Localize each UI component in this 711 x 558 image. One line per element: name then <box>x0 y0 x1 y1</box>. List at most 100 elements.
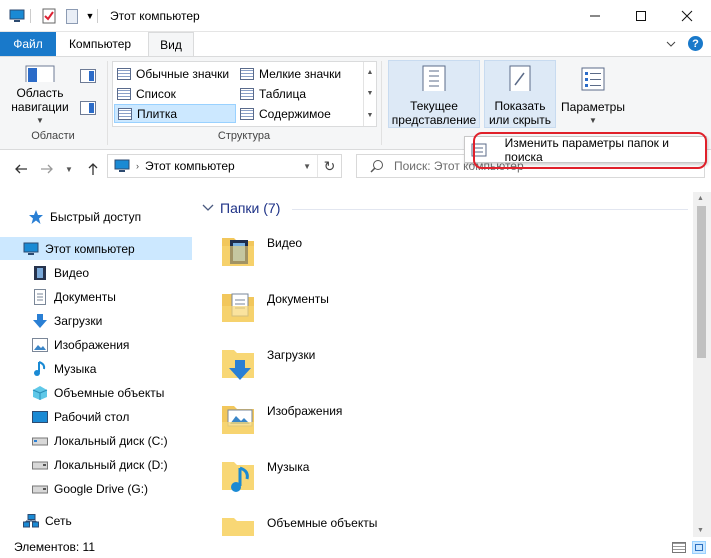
star-icon <box>28 209 44 225</box>
up-button[interactable] <box>82 158 104 180</box>
nav-item-drive-c[interactable]: Локальный диск (C:) <box>0 429 192 452</box>
computer-icon <box>114 159 130 172</box>
nav-item-video[interactable]: Видео <box>0 261 192 284</box>
group-separator <box>107 61 108 145</box>
properties-icon[interactable] <box>40 7 58 25</box>
folder-tile-music[interactable]: Музыка <box>216 456 516 508</box>
nav-label: Локальный диск (C:) <box>54 433 168 448</box>
details-view-icon[interactable] <box>672 542 686 553</box>
layout-label: Плитка <box>137 106 178 121</box>
status-bar: Элементов: 11 <box>0 537 711 558</box>
show-hide-label-line2: или скрыть <box>488 113 552 127</box>
layout-large-icons[interactable]: Обычные значки <box>114 64 236 83</box>
layout-details[interactable]: Таблица <box>237 84 362 103</box>
gallery-expand-icon[interactable]: ▼ <box>367 112 374 119</box>
drive-icon <box>32 433 48 449</box>
tab-computer[interactable]: Компьютер <box>60 32 140 56</box>
chevron-up-icon[interactable]: ▲ <box>697 195 704 202</box>
nav-item-3d-objects[interactable]: Объемные объекты <box>0 381 192 404</box>
gallery-scroll[interactable]: ▲ ▼ ▼ <box>363 62 376 126</box>
nav-item-music[interactable]: Музыка <box>0 357 192 380</box>
chevron-down-icon[interactable] <box>664 37 678 51</box>
folder-tile-downloads[interactable]: Загрузки <box>216 344 516 396</box>
layout-label: Список <box>136 86 176 101</box>
layout-icon <box>240 107 254 120</box>
nav-label: Этот компьютер <box>45 241 135 256</box>
current-view-button[interactable]: Текущее представление <box>388 60 480 128</box>
documents-icon <box>222 293 254 322</box>
layout-list[interactable]: Список <box>114 84 236 103</box>
folder-tile-video[interactable]: Видео <box>216 232 516 284</box>
layout-tiles[interactable]: Плитка <box>114 104 236 123</box>
arrow-up-icon <box>88 163 98 175</box>
help-icon[interactable]: ? <box>688 36 703 51</box>
folder-label: Объемные объекты <box>267 516 378 530</box>
refresh-icon[interactable]: ↻ <box>317 155 341 177</box>
chevron-down-icon[interactable]: ▼ <box>303 162 311 171</box>
nav-label: Локальный диск (D:) <box>54 457 168 472</box>
folder-tile-3d-objects[interactable]: Объемные объекты <box>216 512 516 536</box>
layout-gallery: Обычные значки Мелкие значки Список Табл… <box>112 61 377 127</box>
navigation-pane-button[interactable]: Область навигации ▼ <box>6 60 74 128</box>
chevron-down-icon[interactable]: ▼ <box>84 7 96 25</box>
navigation-pane-label-line2: навигации <box>11 100 69 114</box>
nav-item-downloads[interactable]: Загрузки <box>0 309 192 332</box>
show-hide-icon <box>509 65 531 91</box>
folder-label: Документы <box>267 292 329 306</box>
pictures-icon <box>222 406 254 434</box>
content-area: Папки (7) Видео Документы Загрузки Изобр… <box>196 192 693 536</box>
new-folder-icon[interactable] <box>64 7 80 25</box>
options-button[interactable]: Параметры ▼ <box>560 60 626 128</box>
chevron-down-icon: ▼ <box>36 116 44 125</box>
recent-locations-button[interactable]: ▼ <box>58 158 80 180</box>
forward-button[interactable] <box>36 158 58 180</box>
nav-item-drive-d[interactable]: Локальный диск (D:) <box>0 453 192 476</box>
search-icon <box>370 160 383 173</box>
group-header[interactable]: Папки (7) <box>202 200 280 216</box>
layout-small-icons[interactable]: Мелкие значки <box>237 64 362 83</box>
nav-label: Сеть <box>45 513 72 528</box>
folder-label: Изображения <box>267 404 343 418</box>
nav-item-desktop[interactable]: Рабочий стол <box>0 405 192 428</box>
chevron-up-icon[interactable]: ▲ <box>367 69 374 76</box>
show-hide-button[interactable]: Показать или скрыть <box>484 60 556 128</box>
nav-item-drive-g[interactable]: Google Drive (G:) <box>0 477 192 500</box>
nav-item-this-pc[interactable]: Этот компьютер <box>0 237 192 260</box>
computer-icon <box>23 241 39 257</box>
chevron-right-icon[interactable]: › <box>136 161 139 171</box>
vertical-scrollbar[interactable]: ▲ ▼ <box>693 192 711 537</box>
preview-pane-icon[interactable] <box>80 69 96 83</box>
tab-view[interactable]: Вид <box>148 32 194 57</box>
nav-item-pictures[interactable]: Изображения <box>0 333 192 356</box>
back-button[interactable] <box>10 158 32 180</box>
close-button[interactable] <box>664 0 710 31</box>
download-icon <box>32 313 48 329</box>
nav-label: Google Drive (G:) <box>54 481 149 496</box>
nav-label: Видео <box>54 265 90 280</box>
address-path: Этот компьютер <box>145 159 235 173</box>
minimize-button[interactable] <box>572 0 618 31</box>
chevron-down-icon: ▼ <box>589 116 597 125</box>
options-label: Параметры <box>561 100 625 114</box>
chevron-down-icon[interactable]: ▼ <box>697 527 704 534</box>
folder-label: Загрузки <box>267 348 316 362</box>
nav-item-quick-access[interactable]: Быстрый доступ <box>0 205 192 228</box>
folder-label: Музыка <box>267 460 310 474</box>
folder-tile-documents[interactable]: Документы <box>216 288 516 340</box>
nav-item-documents[interactable]: Документы <box>0 285 192 308</box>
nav-item-network[interactable]: Сеть <box>0 509 192 532</box>
layout-content[interactable]: Содержимое <box>237 104 362 123</box>
chevron-down-icon <box>202 204 214 211</box>
nav-label: Быстрый доступ <box>50 209 142 224</box>
nav-label: Объемные объекты <box>54 385 165 400</box>
address-field[interactable]: › Этот компьютер ▼ ↻ <box>107 154 342 178</box>
folder-tile-pictures[interactable]: Изображения <box>216 400 516 452</box>
maximize-button[interactable] <box>618 0 664 31</box>
chevron-down-icon[interactable]: ▼ <box>367 90 374 97</box>
details-pane-icon[interactable] <box>80 101 96 115</box>
tab-file[interactable]: Файл <box>0 32 56 56</box>
tiles-view-icon[interactable] <box>692 541 706 554</box>
music-icon <box>32 360 48 377</box>
scrollbar-thumb[interactable] <box>697 206 706 358</box>
computer-icon[interactable] <box>8 7 26 25</box>
